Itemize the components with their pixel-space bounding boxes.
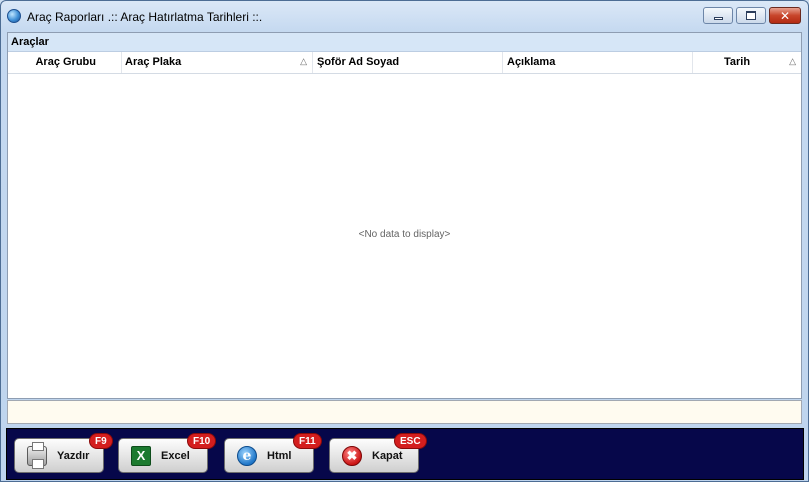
close-icon: ✕ — [779, 8, 791, 23]
excel-icon: X — [131, 445, 151, 466]
grid-header: Araç Grubu Araç Plaka △ Şoför Ad Soyad A… — [8, 52, 801, 74]
maximize-button[interactable] — [736, 7, 766, 24]
report-window: Araç Raporları .:: Araç Hatırlatma Tarih… — [0, 0, 809, 482]
shortcut-badge: F10 — [187, 433, 217, 449]
excel-export-button[interactable]: X Excel F10 — [118, 433, 217, 473]
panel-caption: Araçlar — [8, 33, 801, 52]
html-export-button[interactable]: e Html F11 — [224, 433, 322, 473]
app-globe-icon — [7, 9, 21, 23]
column-header-tarih[interactable]: Tarih △ — [693, 52, 801, 73]
printer-icon — [27, 441, 47, 469]
column-header-sofor-ad-soyad[interactable]: Şoför Ad Soyad — [313, 52, 503, 73]
grid-footer-bar — [7, 400, 802, 424]
shortcut-badge: ESC — [394, 433, 427, 449]
close-icon: ✖ — [342, 445, 362, 466]
column-header-aciklama[interactable]: Açıklama — [503, 52, 693, 73]
sort-ascending-icon: △ — [789, 56, 796, 66]
window-title: Araç Raporları .:: Araç Hatırlatma Tarih… — [27, 10, 263, 24]
column-header-arac-grubu[interactable]: Araç Grubu — [8, 52, 122, 73]
internet-explorer-icon: e — [237, 445, 257, 466]
title-bar[interactable]: Araç Raporları .:: Araç Hatırlatma Tarih… — [1, 1, 808, 31]
minimize-button[interactable] — [703, 7, 733, 24]
close-button[interactable]: ✖ Kapat ESC — [329, 433, 427, 473]
sort-ascending-icon: △ — [300, 56, 307, 66]
shortcut-badge: F11 — [293, 433, 322, 449]
print-button[interactable]: Yazdır F9 — [14, 433, 113, 473]
column-header-arac-plaka[interactable]: Araç Plaka △ — [122, 52, 313, 73]
maximize-icon — [746, 11, 756, 20]
window-close-button[interactable]: ✕ — [769, 7, 801, 24]
minimize-icon — [713, 17, 723, 20]
vehicles-grid-panel: Araçlar Araç Grubu Araç Plaka △ Şoför Ad… — [7, 32, 802, 399]
empty-grid-message: <No data to display> — [358, 229, 451, 240]
action-button-strip: Yazdır F9 X Excel F10 e Html F11 ✖ Kapat… — [6, 428, 804, 480]
shortcut-badge: F9 — [89, 433, 113, 449]
